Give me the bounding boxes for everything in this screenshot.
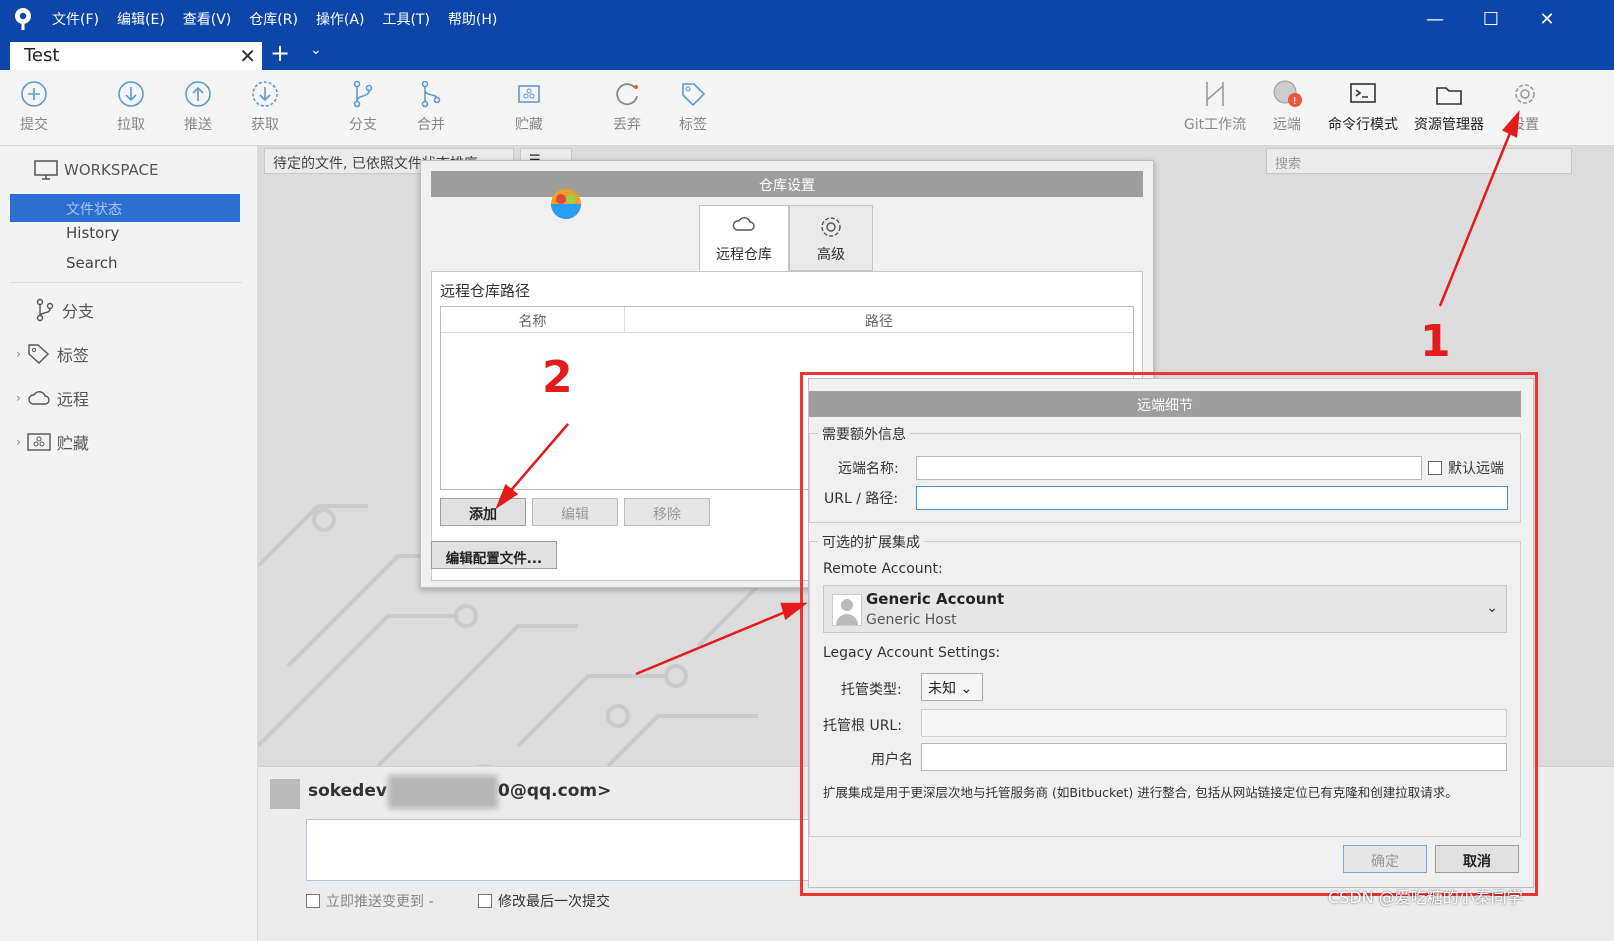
annotation-number-2: 2 — [542, 352, 573, 403]
watermark: CSDN @爱吃糖的小秦同学 — [1328, 888, 1523, 907]
annotation-number-1: 1 — [1420, 316, 1451, 367]
annotation-arrows — [495, 110, 1520, 676]
